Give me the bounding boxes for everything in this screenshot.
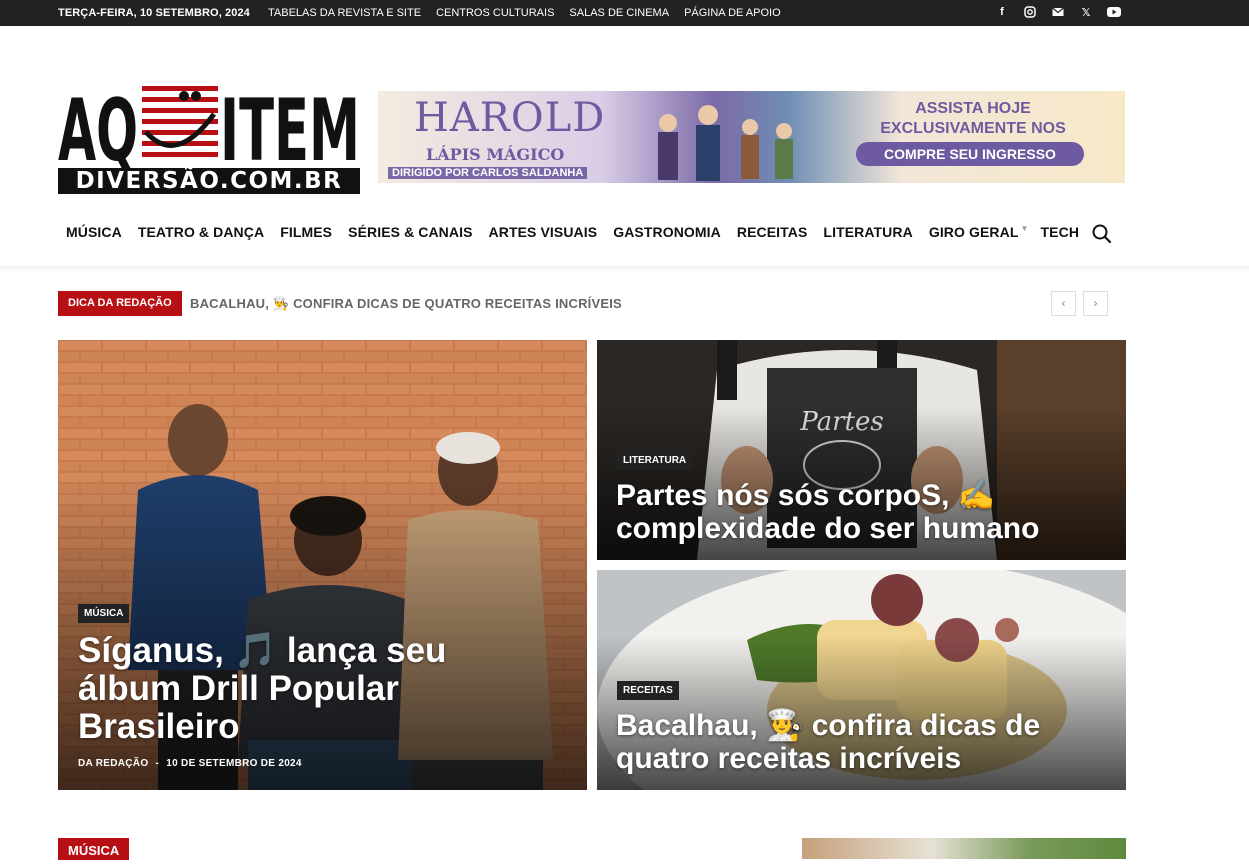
top-bar: TERÇA-FEIRA, 10 SETEMBRO, 2024 TABELAS D… (0, 0, 1249, 26)
nav-item-musica[interactable]: MÚSICA (58, 224, 130, 240)
nav-item-receitas[interactable]: RECEITAS (729, 224, 816, 240)
buy-ticket-button[interactable]: COMPRE SEU INGRESSO (856, 142, 1084, 166)
main-nav: MÚSICA TEATRO & DANÇA FILMES SÉRIES & CA… (58, 224, 1087, 240)
logo-main-right-text: ITEM (220, 81, 360, 168)
x-icon[interactable]: 𝕏 (1079, 5, 1093, 19)
search-button[interactable] (1091, 223, 1113, 245)
nav-item-teatro-danca[interactable]: TEATRO & DANÇA (130, 224, 272, 240)
facebook-icon[interactable]: f (995, 5, 1009, 19)
nav-item-tech[interactable]: TECH (1033, 224, 1088, 240)
featured-main-title[interactable]: Síganus, 🎵 lança seu álbum Drill Popular… (78, 632, 558, 746)
featured-literatura-title[interactable]: Partes nós sós corpoS, ✍️ complexidade d… (616, 479, 1116, 545)
nav-item-gastronomia[interactable]: GASTRONOMIA (605, 224, 729, 240)
top-link-centros-culturais[interactable]: CENTROS CULTURAIS (436, 7, 554, 19)
meta-separator: - (155, 758, 160, 769)
nav-item-giro-geral[interactable]: GIRO GERAL (921, 224, 1027, 240)
nav-divider (0, 266, 1249, 272)
top-link-salas-de-cinema[interactable]: SALAS DE CINEMA (569, 7, 669, 19)
top-link-pagina-de-apoio[interactable]: PÁGINA DE APOIO (684, 7, 781, 19)
chevron-left-icon: ‹ (1061, 296, 1066, 310)
ticker-headline[interactable]: BACALHAU, 👨‍🍳 CONFIRA DICAS DE QUATRO RE… (190, 296, 622, 312)
site-logo[interactable]: AQ ITEM DIVERSÃO.COM.BR (58, 80, 360, 194)
chevron-right-icon: › (1093, 296, 1098, 310)
ad-banner[interactable]: HAROLD LÁPIS MÁGICO DIRIGIDO POR CARLOS … (378, 91, 1125, 183)
featured-card-receitas[interactable]: RECEITAS Bacalhau, 👨‍🍳 confira dicas de … (597, 570, 1126, 790)
nav-item-filmes[interactable]: FILMES (272, 224, 340, 240)
post-date: 10 DE SETEMBRO DE 2024 (166, 758, 302, 769)
smile-flag-icon (142, 86, 218, 158)
chevron-down-icon: ▼ (1020, 224, 1029, 233)
category-badge[interactable]: MÚSICA (78, 604, 130, 623)
banner-title: HAROLD (414, 95, 606, 141)
current-date: TERÇA-FEIRA, 10 SETEMBRO, 2024 (58, 7, 250, 19)
nav-item-artes-visuais[interactable]: ARTES VISUAIS (481, 224, 606, 240)
featured-receitas-title[interactable]: Bacalhau, 👨‍🍳 confira dicas de quatro re… (616, 709, 1116, 775)
category-badge[interactable]: LITERATURA (617, 451, 693, 470)
youtube-icon[interactable] (1107, 5, 1121, 19)
section-label-musica[interactable]: MÚSICA (58, 838, 130, 860)
nav-item-literatura[interactable]: LITERATURA (815, 224, 920, 240)
search-icon (1092, 224, 1112, 244)
logo-mark: AQ ITEM (58, 81, 360, 168)
top-link-tabelas[interactable]: TABELAS DA REVISTA E SITE (268, 7, 421, 19)
logo-main-left-text: AQ (58, 81, 138, 168)
instagram-icon[interactable] (1023, 5, 1037, 19)
banner-characters-illustration (658, 105, 793, 181)
post-meta: DA REDAÇÃO - 10 DE SETEMBRO DE 2024 (78, 758, 302, 769)
featured-card-main[interactable]: MÚSICA Síganus, 🎵 lança seu álbum Drill … (58, 340, 587, 790)
ticker-label: DICA DA REDAÇÃO (58, 291, 182, 316)
ticker-prev-button[interactable]: ‹ (1051, 291, 1076, 316)
social-links: f 𝕏 (995, 5, 1121, 19)
post-author[interactable]: DA REDAÇÃO (78, 758, 148, 769)
banner-subtitle: LÁPIS MÁGICO (426, 145, 565, 164)
ticker-next-button[interactable]: › (1083, 291, 1108, 316)
top-links: TABELAS DA REVISTA E SITE CENTROS CULTUR… (268, 7, 781, 19)
section-thumbnail[interactable] (802, 838, 1126, 859)
banner-line1: ASSISTA HOJE (915, 100, 1031, 117)
mail-icon[interactable] (1051, 5, 1065, 19)
nav-item-series-canais[interactable]: SÉRIES & CANAIS (340, 224, 480, 240)
banner-director: DIRIGIDO POR CARLOS SALDANHA (388, 167, 588, 179)
featured-card-literatura[interactable]: Partes LITERATURA Partes nós sós corpoS,… (597, 340, 1126, 560)
logo-subtitle: DIVERSÃO.COM.BR (58, 168, 360, 194)
category-badge[interactable]: RECEITAS (617, 681, 679, 700)
